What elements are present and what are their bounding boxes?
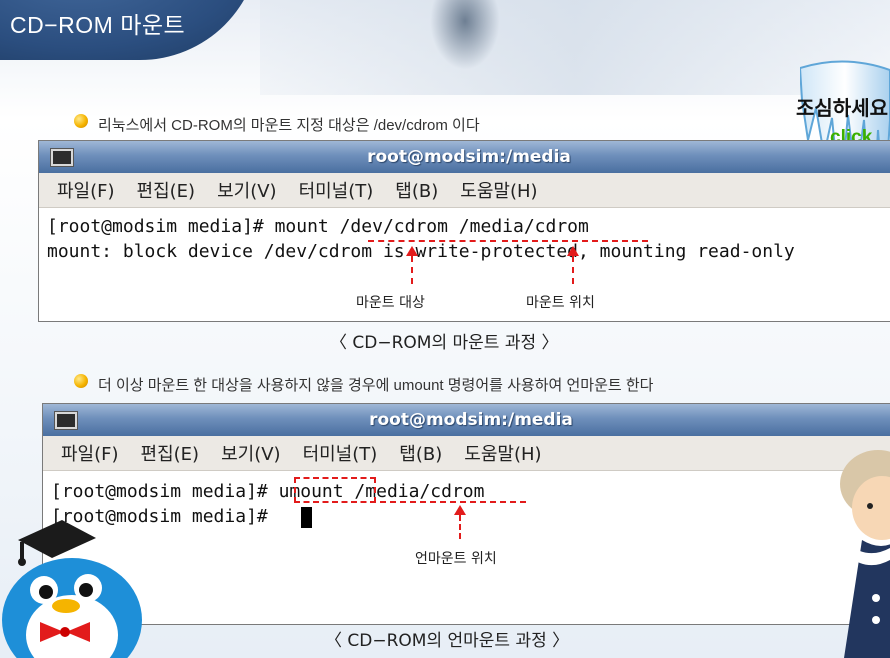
menu-file[interactable]: 파일(F)	[61, 440, 119, 466]
section2-bullet-text: 더 이상 마운트 한 대상을 사용하지 않을 경우에 umount 명령어를 사…	[98, 377, 654, 394]
menu-tabs[interactable]: 탭(B)	[395, 177, 438, 203]
page-title: CD−ROM 마운트	[10, 12, 186, 38]
notice-label: 조심하세요	[796, 96, 888, 120]
bullet-icon	[74, 374, 88, 388]
terminal-line-command: [root@modsim media]# umount /media/cdrom	[51, 481, 485, 502]
section1-bullet-text: 리눅스에서 CD-ROM의 마운트 지정 대상은 /dev/cdrom 이다	[98, 117, 480, 134]
arrow-line	[411, 256, 413, 284]
professor-mascot-icon	[840, 450, 890, 658]
menu-terminal[interactable]: 터미널(T)	[299, 177, 374, 203]
terminal-menubar: 파일(F) 편집(E) 보기(V) 터미널(T) 탭(B) 도움말(H)	[43, 436, 890, 471]
arrow-up-icon	[567, 246, 579, 256]
terminal-window-mount: root@modsim:/media 파일(F) 편집(E) 보기(V) 터미널…	[38, 140, 890, 322]
highlight-umount-location	[380, 501, 526, 503]
menu-view[interactable]: 보기(V)	[221, 440, 280, 466]
arrow-line	[572, 256, 574, 284]
highlight-mount-location	[502, 240, 648, 242]
menu-help[interactable]: 도움말(H)	[460, 177, 537, 203]
arrow-up-icon	[406, 246, 418, 256]
terminal-output[interactable]: [root@modsim media]# mount /dev/cdrom /m…	[39, 208, 890, 321]
highlight-umount-command	[294, 477, 376, 503]
terminal-cursor	[301, 507, 312, 528]
terminal-icon[interactable]	[55, 412, 77, 429]
caption-mount: 〈 CD−ROM의 마운트 과정 〉	[330, 333, 559, 353]
arrow-up-icon	[454, 505, 466, 515]
terminal-line-command: [root@modsim media]# mount /dev/cdrom /m…	[47, 216, 589, 237]
terminal-titlebar[interactable]: root@modsim:/media	[39, 141, 890, 173]
terminal-menubar: 파일(F) 편집(E) 보기(V) 터미널(T) 탭(B) 도움말(H)	[39, 173, 890, 208]
bullet-icon	[74, 114, 88, 128]
highlight-mount-target	[368, 240, 496, 242]
background-mist	[260, 0, 890, 95]
terminal-line-output: mount: block device /dev/cdrom is write-…	[47, 241, 795, 262]
menu-help[interactable]: 도움말(H)	[464, 440, 541, 466]
terminal-title: root@modsim:/media	[369, 410, 573, 430]
menu-terminal[interactable]: 터미널(T)	[303, 440, 378, 466]
terminal-title: root@modsim:/media	[367, 147, 571, 167]
arrow-line	[459, 515, 461, 539]
menu-edit[interactable]: 편집(E)	[141, 440, 200, 466]
terminal-icon[interactable]	[51, 149, 73, 166]
menu-view[interactable]: 보기(V)	[217, 177, 276, 203]
annotation-mount-target: 마운트 대상	[356, 295, 425, 311]
menu-tabs[interactable]: 탭(B)	[399, 440, 442, 466]
annotation-umount-location: 언마운트 위치	[415, 551, 497, 567]
terminal-window-umount: root@modsim:/media 파일(F) 편집(E) 보기(V) 터미널…	[42, 403, 890, 625]
menu-edit[interactable]: 편집(E)	[137, 177, 196, 203]
annotation-mount-location: 마운트 위치	[526, 295, 595, 311]
penguin-mascot-icon	[2, 520, 142, 658]
background-shadow	[430, 0, 500, 70]
menu-file[interactable]: 파일(F)	[57, 177, 115, 203]
terminal-titlebar[interactable]: root@modsim:/media	[43, 404, 890, 436]
caption-umount: 〈 CD−ROM의 언마운트 과정 〉	[325, 631, 570, 651]
